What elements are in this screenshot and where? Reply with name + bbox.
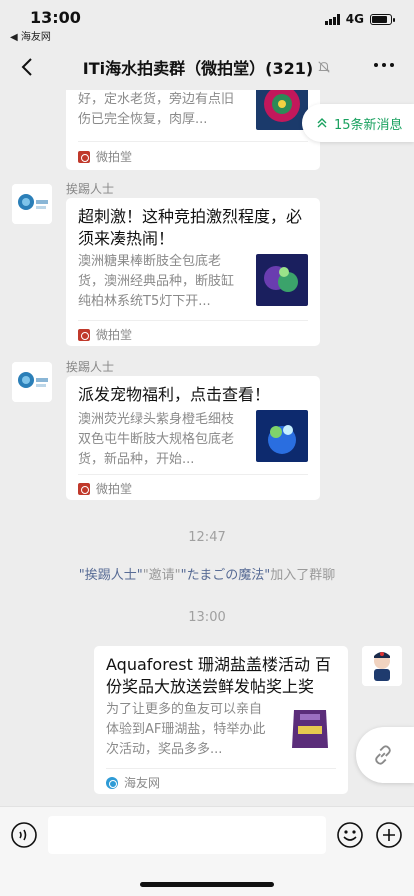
bell-mute-icon [318,61,330,73]
status-time: 13:00 [30,8,81,27]
card-source-name: 微拍堂 [96,328,133,342]
emoji-icon[interactable] [336,821,364,849]
system-suffix: 加入了群聊 [270,568,336,583]
back-to-app-link[interactable]: ◀ 海友网 [10,28,51,43]
sender-name: 挨踢人士 [66,182,115,196]
new-messages-label: 15条新消息 [334,117,403,133]
link-card-message[interactable]: 超刺激！这种竞拍激烈程度，必须来凑热闹！ 澳洲糖果棒断肢全包底老货，澳洲经典品种… [66,198,320,346]
floating-link-button[interactable] [356,727,414,783]
card-source: 微拍堂 [78,148,132,165]
timestamp: 12:47 [188,530,226,545]
weipaitang-logo-icon [78,150,90,163]
battery-level [372,15,388,23]
chat-header: ITi海水拍卖群（微拍堂）(321) [0,44,414,90]
card-source: 海友网 [106,774,160,791]
card-source: 微拍堂 [78,480,132,497]
card-title: Aquaforest 珊湖盐盖楼活动 百份奖品大放送尝鲜发帖奖上奖 [106,655,332,696]
new-messages-button[interactable]: 15条新消息 [302,104,414,142]
voice-icon[interactable] [10,821,38,849]
avatar[interactable] [12,362,52,402]
link-icon [375,745,391,765]
more-dots-icon[interactable] [374,63,394,67]
card-source-name: 海友网 [124,776,161,790]
double-chevron-up-icon [317,118,327,128]
timestamp: 13:00 [188,610,226,625]
card-description: 澳洲荧光绿头紫身橙毛细枝双色屯牛断肢大规格包底老货，新品种，开始... [78,412,235,467]
card-thumbnail [256,254,308,306]
card-description: 好，定水老货，旁边有点旧伤已完全恢复，肉厚... [78,92,235,127]
system-message: "挨踢人士""邀请""たまごの魔法"加入了群聊 [0,564,414,583]
card-title: 派发宠物福利，点击查看！ [78,385,271,404]
sender-name: 挨踢人士 [66,360,115,374]
card-thumbnail [284,702,336,754]
network-type: 4G [345,12,364,26]
card-description: 为了让更多的鱼友可以亲自体验到AF珊湖盐，特举办此次活动，奖品多多... [106,702,266,757]
haiyouwang-logo-icon [106,776,118,789]
card-source: 微拍堂 [78,326,132,343]
weipaitang-logo-icon [78,482,90,495]
card-title: 超刺激！这种竞拍激烈程度，必须来凑热闹！ [78,207,303,248]
avatar[interactable] [362,646,402,686]
message-list[interactable]: 好，定水老货，旁边有点旧伤已完全恢复，肉厚... 微拍堂 15条新消息 挨踢人士 [0,90,414,806]
card-source-name: 微拍堂 [96,150,133,164]
card-source-name: 微拍堂 [96,482,133,496]
card-thumbnail [256,410,308,462]
weipaitang-logo-icon [78,328,90,341]
link-card-message[interactable]: 派发宠物福利，点击查看！ 澳洲荧光绿头紫身橙毛细枝双色屯牛断肢大规格包底老货，新… [66,376,320,500]
link-card-message[interactable]: Aquaforest 珊湖盐盖楼活动 百份奖品大放送尝鲜发帖奖上奖 为了让更多的… [94,646,348,794]
status-bar: 13:00 ◀ 海友网 4G [0,0,414,44]
signal-icon [324,13,340,25]
chat-title: ITi海水拍卖群（微拍堂）(321) [82,59,314,78]
battery-icon [370,13,395,25]
invitee-name[interactable]: "たまごの魔法" [181,568,271,583]
link-card-message[interactable]: 好，定水老货，旁边有点旧伤已完全恢复，肉厚... 微拍堂 [66,90,320,170]
avatar[interactable] [12,184,52,224]
message-input[interactable] [48,816,326,854]
inviter-name[interactable]: "挨踢人士" [79,568,143,583]
plus-icon[interactable] [375,821,403,849]
invite-verb: "邀请" [142,568,181,583]
back-arrow-icon[interactable] [16,55,40,79]
card-description: 澳洲糖果棒断肢全包底老货，澳洲经典品种，断肢缸纯柏林系统T5灯下开... [78,254,235,309]
card-thumbnail [256,90,308,130]
home-indicator[interactable] [140,882,274,887]
status-indicators: 4G [324,12,395,26]
